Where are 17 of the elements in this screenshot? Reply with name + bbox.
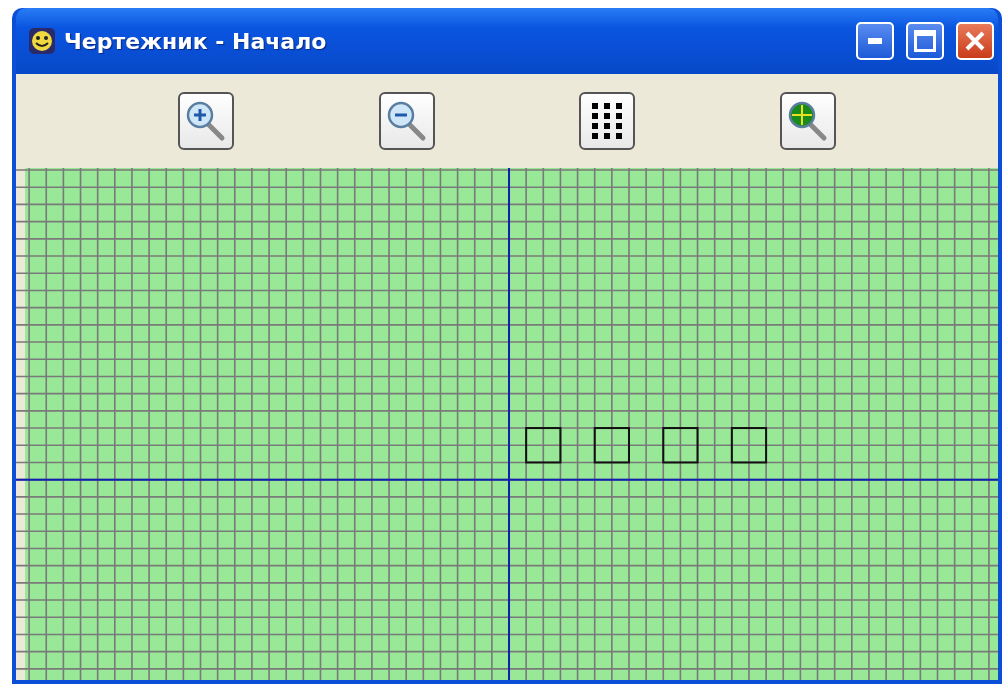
fit-view-button[interactable] [779,92,836,150]
square-shape [593,427,630,464]
maximize-icon [914,30,936,52]
zoom-out-button[interactable] [378,92,435,150]
minimize-button[interactable] [856,22,894,60]
window-title: Чертежник - Начало [64,28,328,54]
grid-button[interactable] [579,92,636,150]
square-shape [730,427,768,464]
smiley-icon [28,27,56,55]
square-shape [525,427,562,464]
square-shape [662,427,699,464]
close-icon [964,30,986,52]
close-button[interactable] [956,22,994,60]
maximize-button[interactable] [906,22,944,60]
dot-grid-icon [590,101,625,141]
minimize-icon [868,38,882,44]
zoom-in-button[interactable] [178,92,235,150]
